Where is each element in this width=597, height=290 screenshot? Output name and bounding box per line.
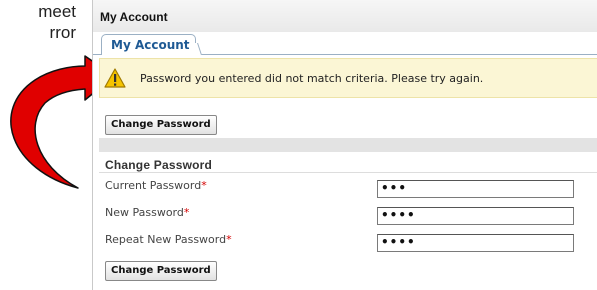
required-marker: *: [201, 179, 207, 192]
repeat-new-password-label: Repeat New Password*: [105, 233, 232, 246]
error-alert: Password you entered did not match crite…: [99, 58, 597, 98]
tab-label: My Account: [111, 38, 190, 52]
account-panel: My Account My Account Password you enter…: [92, 0, 597, 290]
repeat-new-password-field[interactable]: ••••: [377, 234, 574, 252]
section-title: Change Password: [105, 158, 213, 172]
current-password-label: Current Password*: [105, 179, 207, 192]
required-marker: *: [183, 206, 190, 219]
current-password-field[interactable]: •••: [377, 180, 574, 198]
change-password-submit-button[interactable]: Change Password: [105, 261, 217, 281]
alert-message: Password you entered did not match crite…: [140, 72, 484, 85]
field-label: Current Password: [105, 179, 202, 192]
section-divider-bar: [99, 138, 597, 152]
required-marker: *: [226, 233, 232, 246]
new-password-label: New Password*: [105, 206, 189, 219]
tab-corner: [189, 43, 202, 55]
field-label: Repeat New Password: [105, 233, 227, 246]
field-label: New Password: [105, 206, 184, 219]
window-title: My Account: [100, 10, 168, 24]
window-titlebar: My Account: [93, 0, 597, 32]
new-password-field[interactable]: ••••: [377, 207, 574, 225]
tab-my-account[interactable]: My Account: [101, 34, 202, 55]
section-rule: [99, 172, 597, 173]
warning-icon: [104, 68, 126, 88]
change-password-button-top[interactable]: Change Password: [105, 115, 217, 135]
